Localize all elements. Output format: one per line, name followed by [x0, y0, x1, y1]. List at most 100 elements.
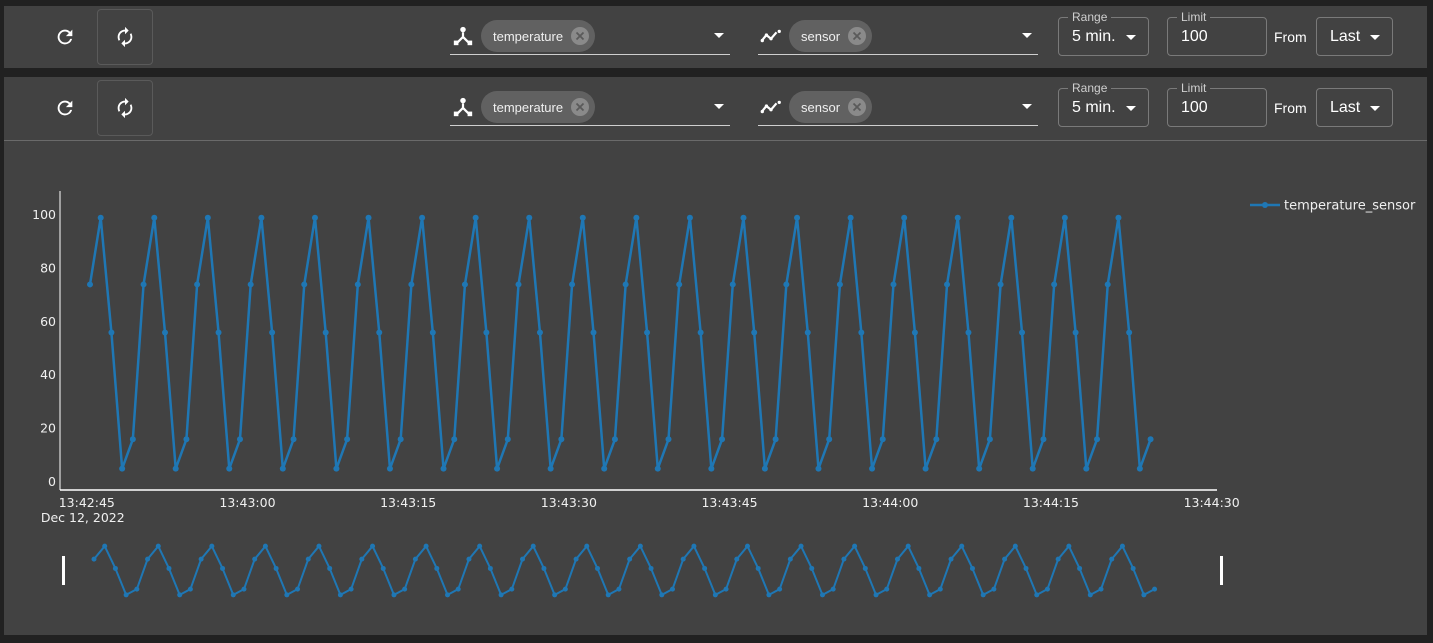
data-point[interactable] [547, 465, 554, 472]
data-point[interactable] [1040, 436, 1047, 443]
data-point[interactable] [344, 436, 351, 443]
data-point[interactable] [611, 436, 618, 443]
legend-label[interactable]: temperature_sensor [1284, 199, 1416, 214]
limit-value[interactable]: 100 [1181, 99, 1208, 117]
data-point[interactable] [194, 281, 201, 288]
limit-input[interactable]: Limit 100 [1167, 81, 1267, 127]
data-point[interactable] [944, 281, 951, 288]
data-point[interactable] [740, 214, 747, 221]
data-point[interactable] [1136, 465, 1143, 472]
from-select[interactable]: Last [1316, 88, 1393, 127]
data-point[interactable] [536, 329, 543, 336]
data-point[interactable] [601, 465, 608, 472]
data-point[interactable] [794, 214, 801, 221]
chip-remove-button[interactable] [571, 27, 590, 45]
data-point[interactable] [751, 329, 758, 336]
data-point[interactable] [515, 281, 522, 288]
data-point[interactable] [1051, 281, 1058, 288]
data-point[interactable] [247, 281, 254, 288]
data-point[interactable] [622, 281, 629, 288]
data-point[interactable] [997, 281, 1004, 288]
data-point[interactable] [901, 214, 908, 221]
data-point[interactable] [579, 214, 586, 221]
data-point[interactable] [461, 281, 468, 288]
data-point[interactable] [1029, 465, 1036, 472]
auto-refresh-button[interactable] [97, 9, 153, 65]
chip-remove-button[interactable] [848, 98, 867, 116]
data-point[interactable] [311, 214, 318, 221]
data-point[interactable] [322, 329, 329, 336]
chevron-down-icon[interactable] [714, 33, 724, 38]
data-point[interactable] [269, 329, 276, 336]
data-point[interactable] [761, 465, 768, 472]
data-point[interactable] [204, 214, 211, 221]
range-slider[interactable] [62, 543, 1223, 598]
data-point[interactable] [215, 329, 222, 336]
data-point[interactable] [665, 436, 672, 443]
data-point[interactable] [869, 465, 876, 472]
data-point[interactable] [1008, 214, 1015, 221]
data-point[interactable] [1072, 329, 1079, 336]
data-point[interactable] [783, 281, 790, 288]
data-point[interactable] [119, 465, 126, 472]
data-point[interactable] [1147, 436, 1154, 443]
data-point[interactable] [386, 465, 393, 472]
data-point[interactable] [183, 436, 190, 443]
data-point[interactable] [172, 465, 179, 472]
data-point[interactable] [97, 214, 104, 221]
data-point[interactable] [1094, 436, 1101, 443]
data-point[interactable] [129, 436, 136, 443]
data-point[interactable] [397, 436, 404, 443]
data-point[interactable] [301, 281, 308, 288]
rangeslider-left-handle[interactable] [62, 556, 65, 585]
data-point[interactable] [86, 281, 93, 288]
data-point[interactable] [676, 281, 683, 288]
data-point[interactable] [472, 214, 479, 221]
data-point[interactable] [911, 329, 918, 336]
data-point[interactable] [654, 465, 661, 472]
data-point[interactable] [258, 214, 265, 221]
data-point[interactable] [986, 436, 993, 443]
data-point[interactable] [890, 281, 897, 288]
data-point[interactable] [976, 465, 983, 472]
data-point[interactable] [1083, 465, 1090, 472]
data-point[interactable] [236, 436, 243, 443]
data-point[interactable] [108, 329, 115, 336]
chevron-down-icon[interactable] [714, 104, 724, 109]
data-point[interactable] [965, 329, 972, 336]
data-point[interactable] [686, 214, 693, 221]
chevron-down-icon[interactable] [1022, 33, 1032, 38]
data-point[interactable] [847, 214, 854, 221]
data-point[interactable] [1115, 214, 1122, 221]
range-select[interactable]: Range 5 min. [1058, 10, 1149, 56]
data-point[interactable] [140, 281, 147, 288]
data-point[interactable] [494, 465, 501, 472]
data-point[interactable] [836, 281, 843, 288]
field-select[interactable]: sensor [758, 85, 1038, 126]
data-point[interactable] [772, 436, 779, 443]
data-point[interactable] [633, 214, 640, 221]
data-point[interactable] [408, 281, 415, 288]
data-point[interactable] [429, 329, 436, 336]
legend[interactable]: temperature_sensor [1250, 199, 1416, 214]
data-point[interactable] [440, 465, 447, 472]
chevron-down-icon[interactable] [1022, 104, 1032, 109]
data-point[interactable] [1126, 329, 1133, 336]
data-point[interactable] [858, 329, 865, 336]
data-point[interactable] [483, 329, 490, 336]
data-point[interactable] [922, 465, 929, 472]
from-select[interactable]: Last [1316, 17, 1393, 56]
measurement-select[interactable]: temperature [450, 14, 730, 55]
data-point[interactable] [558, 436, 565, 443]
auto-refresh-button[interactable] [97, 80, 153, 136]
data-point[interactable] [826, 436, 833, 443]
data-point[interactable] [954, 214, 961, 221]
data-point[interactable] [451, 436, 458, 443]
data-point[interactable] [815, 465, 822, 472]
data-point[interactable] [697, 329, 704, 336]
chip-remove-button[interactable] [848, 27, 867, 45]
line-chart[interactable]: 0 20 40 60 80 100 13:42:45Dec 12, 2022 13:43:00… [4, 141, 1427, 635]
data-point[interactable] [590, 329, 597, 336]
data-point[interactable] [933, 436, 940, 443]
data-point[interactable] [354, 281, 361, 288]
